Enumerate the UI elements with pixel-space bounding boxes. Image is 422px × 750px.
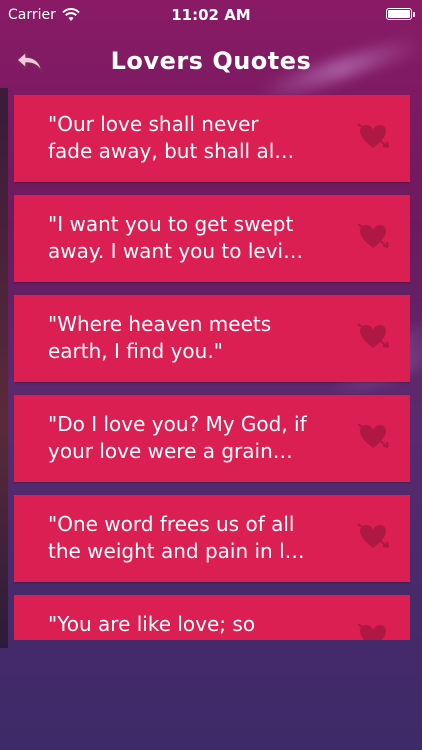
quote-card[interactable]: "I want you to get swept away. I want yo… (14, 195, 410, 282)
heart-arrow-icon[interactable] (356, 221, 390, 251)
navigation-bar: Lovers Quotes (0, 30, 422, 88)
quote-text: "One word frees us of all the weight and… (48, 512, 305, 563)
left-edge-decoration (0, 88, 8, 648)
battery-icon (386, 8, 415, 20)
heart-arrow-icon[interactable] (356, 621, 390, 640)
heart-arrow-icon[interactable] (356, 321, 390, 351)
quote-text: "Where heaven meets earth, I find you." (48, 312, 272, 363)
quote-text: "I want you to get swept away. I want yo… (48, 212, 304, 263)
quote-card[interactable]: "Where heaven meets earth, I find you." (14, 295, 410, 382)
quote-text: "You are like love; so (48, 612, 256, 636)
page-title: Lovers Quotes (110, 47, 312, 75)
quote-text: "Our love shall never fade away, but sha… (48, 112, 295, 163)
status-time: 11:02 AM (171, 6, 251, 24)
quote-card[interactable]: "Do I love you? My God, if your love wer… (14, 395, 410, 482)
quote-card[interactable]: "One word frees us of all the weight and… (14, 495, 410, 582)
heart-arrow-icon[interactable] (356, 521, 390, 551)
quote-card[interactable]: "Our love shall never fade away, but sha… (14, 95, 410, 182)
quote-text: "Do I love you? My God, if your love wer… (48, 412, 307, 463)
battery-level (388, 10, 410, 18)
quote-list[interactable]: "Our love shall never fade away, but sha… (14, 95, 410, 640)
status-bar: Carrier 11:02 AM (0, 0, 422, 30)
quote-card[interactable]: "You are like love; so (14, 595, 410, 640)
heart-arrow-icon[interactable] (356, 421, 390, 451)
heart-arrow-icon[interactable] (356, 121, 390, 151)
